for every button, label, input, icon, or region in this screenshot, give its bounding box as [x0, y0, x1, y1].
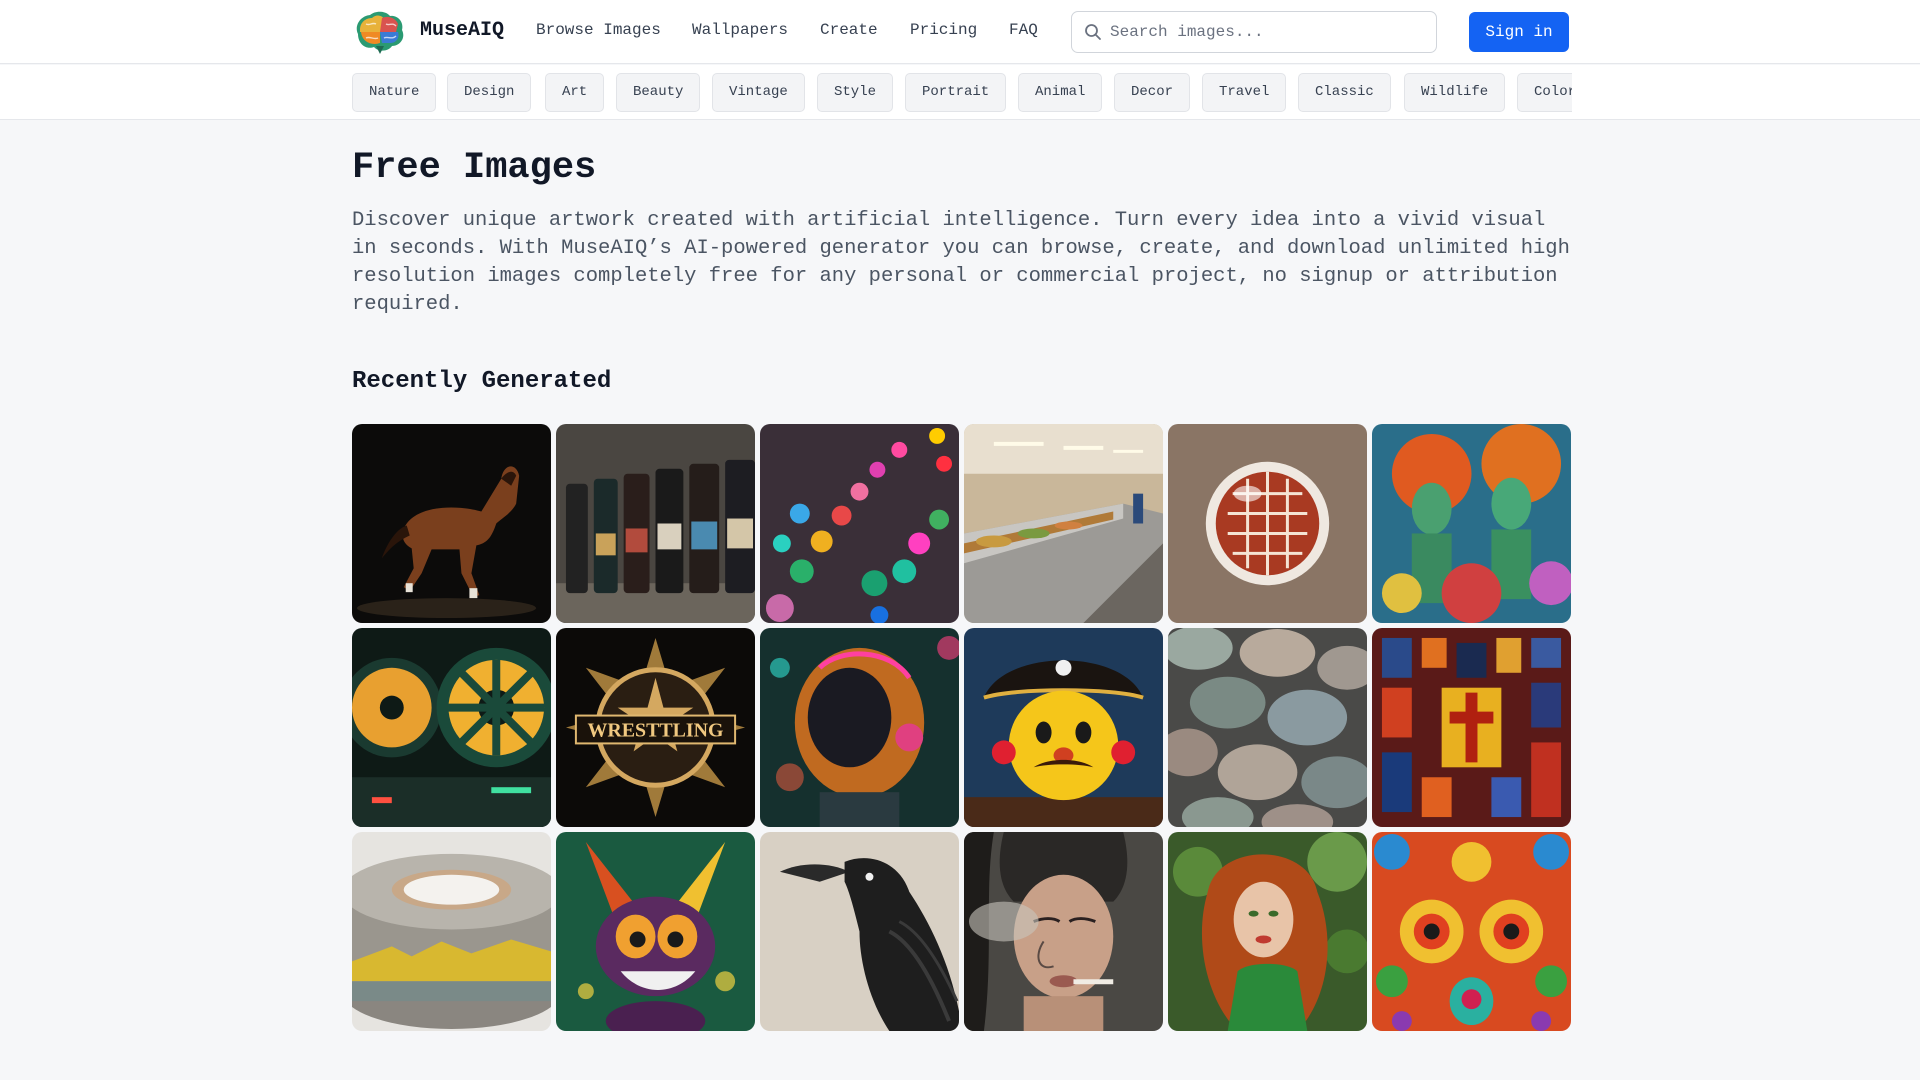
category-chip-beauty[interactable]: Beauty	[616, 73, 701, 112]
gallery-tile-glass-sphere[interactable]	[1168, 424, 1367, 623]
raven-image	[760, 832, 959, 1031]
pirate-emoji-image	[964, 628, 1163, 827]
category-chip-decor[interactable]: Decor	[1114, 73, 1191, 112]
search-box	[1071, 11, 1437, 53]
search-icon	[1085, 24, 1101, 40]
gallery-tile-wrestling-emblem[interactable]: WRESTTLING	[556, 628, 755, 827]
gallery-tile-stained-glass[interactable]	[1372, 628, 1571, 827]
nav-faq[interactable]: FAQ	[1009, 21, 1038, 39]
brain-logo-icon[interactable]	[352, 10, 406, 54]
smoking-woman-image	[964, 832, 1163, 1031]
category-chip-list: Nature Design Art Beauty Vintage Style P…	[352, 73, 1572, 113]
redhead-woman-image	[1168, 832, 1367, 1031]
category-chip-wildlife[interactable]: Wildlife	[1404, 73, 1506, 112]
gallery-tile-horse[interactable]	[352, 424, 551, 623]
wrestling-emblem-image: WRESTTLING	[556, 628, 755, 827]
category-chip-classic[interactable]: Classic	[1298, 73, 1391, 112]
gallery-tile-neon-robot[interactable]	[760, 628, 959, 827]
nav-pricing[interactable]: Pricing	[910, 21, 977, 39]
search-input[interactable]	[1110, 12, 1430, 52]
colorful-beads-image	[760, 424, 959, 623]
neon-robot-helmet-image	[760, 628, 959, 827]
gallery-tile-smoking-woman[interactable]	[964, 832, 1163, 1031]
stained-glass-crosses-image	[1372, 628, 1571, 827]
ink-bottles-image	[556, 424, 755, 623]
gallery-tile-cafeteria[interactable]	[964, 424, 1163, 623]
stone-discs-image	[1168, 628, 1367, 827]
gallery-tile-redhead-woman[interactable]	[1168, 832, 1367, 1031]
category-chip-portrait[interactable]: Portrait	[905, 73, 1007, 112]
brand-name[interactable]: MuseAIQ	[420, 19, 504, 42]
top-navigation-bar: MuseAIQ Browse Images Wallpapers Create …	[0, 0, 1920, 64]
nav-browse-images[interactable]: Browse Images	[536, 21, 661, 39]
page-description: Discover unique artwork created with art…	[352, 209, 1570, 316]
category-bar: Nature Design Art Beauty Vintage Style P…	[0, 65, 1920, 120]
cartoon-rabbit-image	[556, 832, 755, 1031]
category-chip-color[interactable]: Color	[1517, 73, 1572, 112]
nav-wallpapers[interactable]: Wallpapers	[692, 21, 788, 39]
tape-roll-image	[352, 832, 551, 1031]
page-title: Free Images	[352, 147, 597, 189]
gallery-tile-ink-bottles[interactable]	[556, 424, 755, 623]
folk-art-pattern-image	[1372, 832, 1571, 1031]
gallery-tile-pirate-emoji[interactable]	[964, 628, 1163, 827]
gallery-tile-stone-discs[interactable]	[1168, 628, 1367, 827]
gallery-tile-tape-roll[interactable]	[352, 832, 551, 1031]
category-chip-nature[interactable]: Nature	[352, 73, 437, 112]
category-chip-travel[interactable]: Travel	[1202, 73, 1287, 112]
cafeteria-buffet-image	[964, 424, 1163, 623]
film-reels-image	[352, 628, 551, 827]
sign-in-button[interactable]: Sign in	[1469, 12, 1569, 52]
category-chip-vintage[interactable]: Vintage	[712, 73, 805, 112]
category-chip-art[interactable]: Art	[545, 73, 605, 112]
gallery-tile-mermaids[interactable]	[1372, 424, 1571, 623]
image-gallery: WRESTTLING	[352, 424, 1571, 1031]
gallery-tile-cartoon-rabbit[interactable]	[556, 832, 755, 1031]
nav-create[interactable]: Create	[820, 21, 878, 39]
section-title: Recently Generated	[352, 368, 612, 395]
horse-image	[352, 424, 551, 623]
gallery-tile-colorful-beads[interactable]	[760, 424, 959, 623]
category-chip-design[interactable]: Design	[447, 73, 532, 112]
gallery-tile-film-reels[interactable]	[352, 628, 551, 827]
category-chip-style[interactable]: Style	[817, 73, 894, 112]
mermaids-image	[1372, 424, 1571, 623]
gallery-tile-folk-art[interactable]	[1372, 832, 1571, 1031]
wrestling-emblem-text: WRESTTLING	[588, 719, 724, 741]
gallery-tile-raven[interactable]	[760, 832, 959, 1031]
glass-sphere-image	[1168, 424, 1367, 623]
category-chip-animal[interactable]: Animal	[1018, 73, 1103, 112]
